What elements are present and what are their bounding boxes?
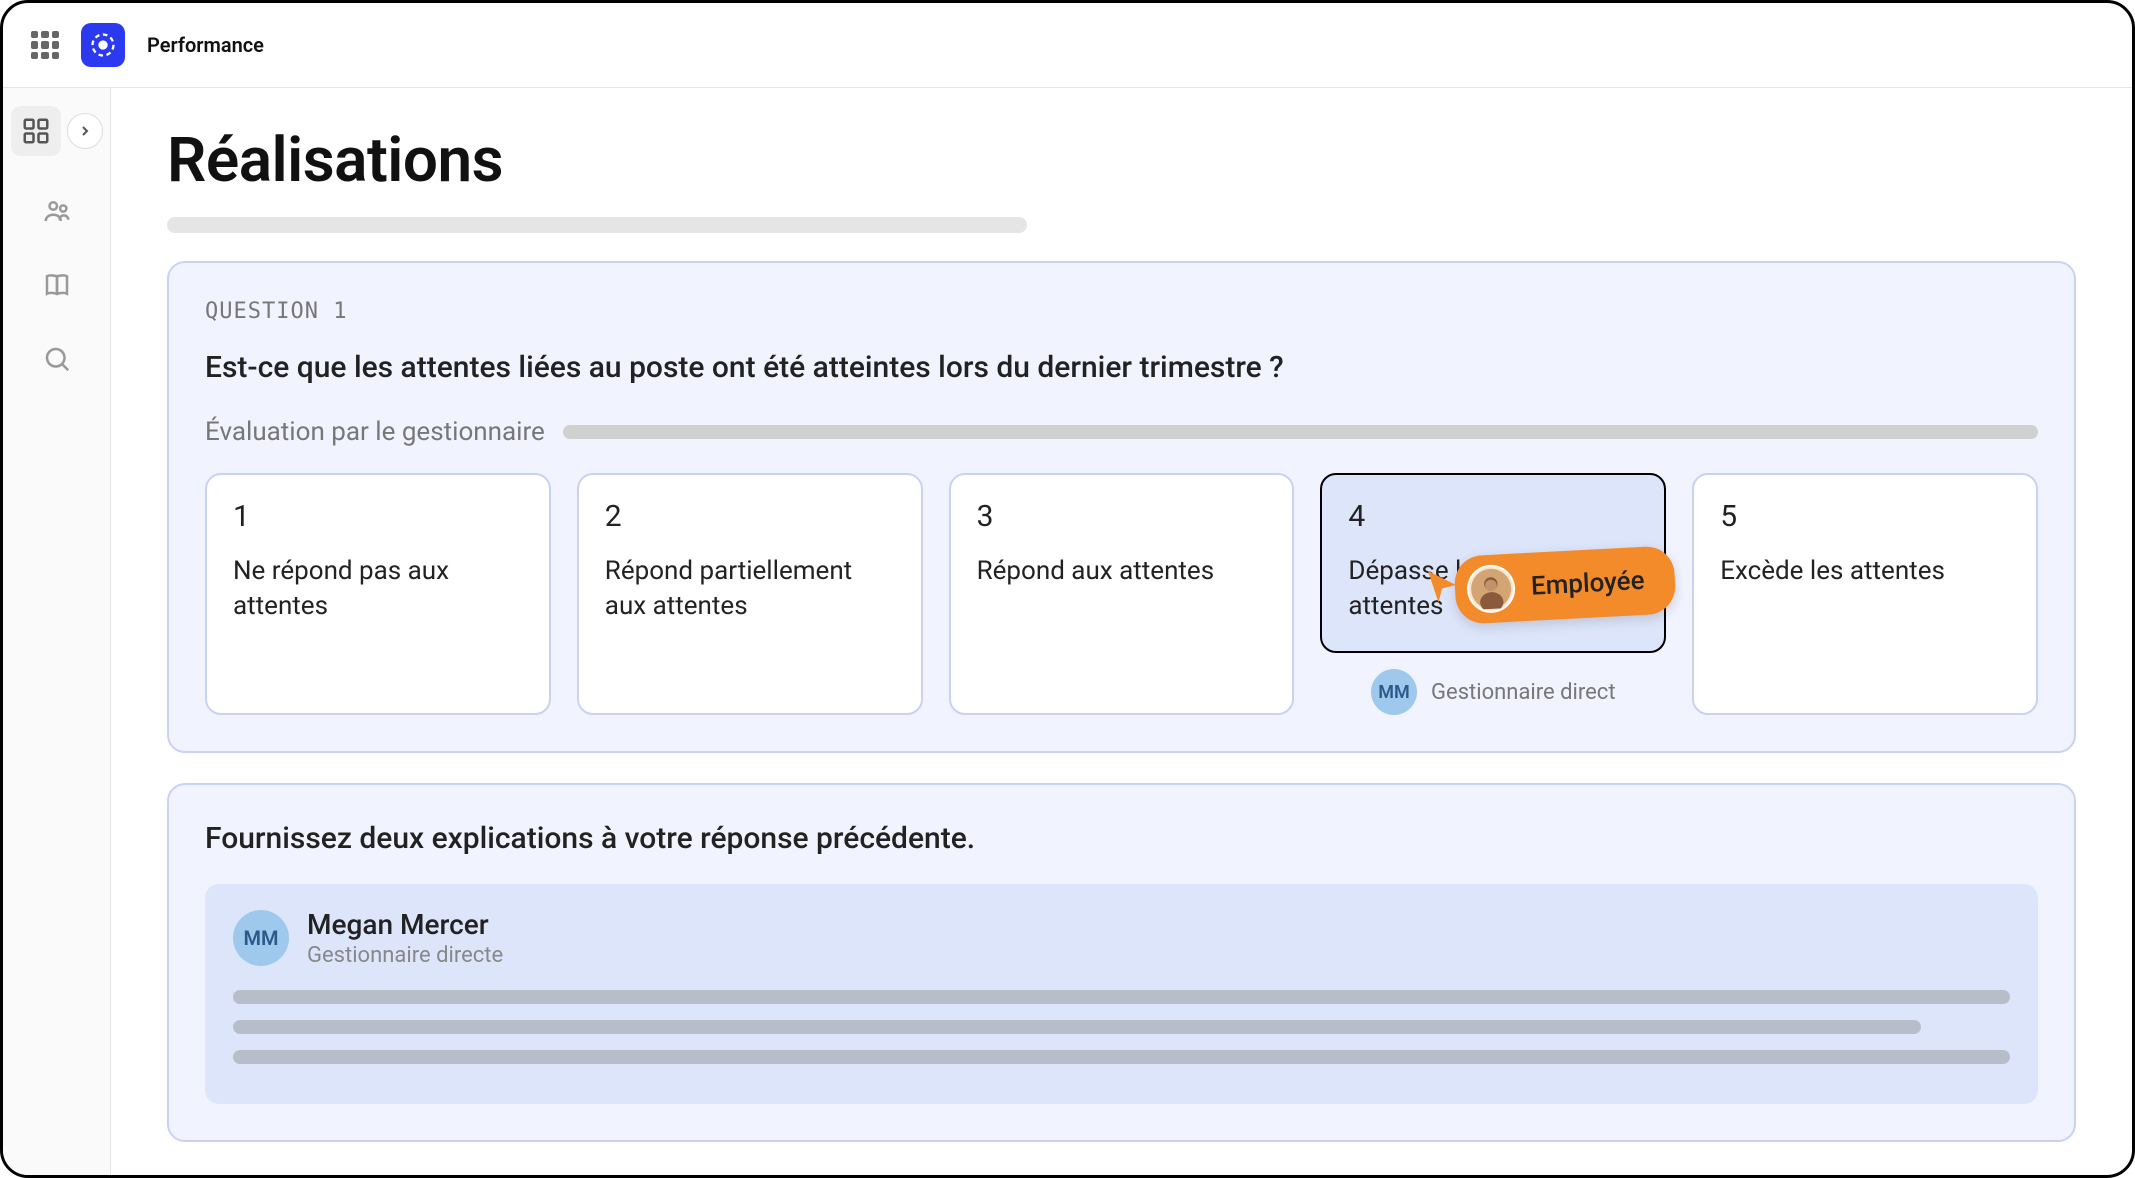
rating-number: 4 [1348,499,1638,534]
rating-option-5[interactable]: 5 Excède les attentes [1692,473,2038,715]
evaluation-label: Évaluation par le gestionnaire [205,417,545,447]
subtitle-placeholder [167,217,1027,233]
rating-text: Excède les attentes [1720,554,2010,589]
page-title: Réalisations [167,124,2076,197]
responder-avatar-initials: MM [233,910,289,966]
rating-number: 5 [1720,499,2010,534]
employee-cursor-overlay: Employée [1421,551,1675,619]
sidebar-people-button[interactable] [42,196,72,230]
manager-tag-label: Gestionnaire direct [1431,680,1615,705]
rating-text: Ne répond pas aux attentes [233,554,523,624]
explanation-card: Fournissez deux explications à votre rép… [167,783,2076,1142]
responder-name: Megan Mercer [307,908,503,941]
employee-chip-label: Employée [1530,566,1645,602]
app-badge-icon[interactable] [81,23,125,67]
question-text: Est-ce que les attentes liées au poste o… [205,350,2038,385]
sidebar-expand-button[interactable] [67,113,103,149]
apps-grid-icon[interactable] [31,31,59,59]
question-number-label: QUESTION 1 [205,299,2038,324]
rating-number: 2 [605,499,895,534]
main-content: Réalisations QUESTION 1 Est-ce que les a… [111,88,2132,1175]
rating-option-1[interactable]: 1 Ne répond pas aux attentes [205,473,551,715]
rating-number: 3 [977,499,1267,534]
rating-option-2[interactable]: 2 Répond partiellement aux attentes [577,473,923,715]
sidebar-search-button[interactable] [42,344,72,378]
rating-option-4[interactable]: 4 Dépasse légèrement les attentes [1320,473,1666,653]
sidebar-dashboard-button[interactable] [11,106,61,156]
rating-options: 1 Ne répond pas aux attentes 2 Répond pa… [205,473,2038,715]
rating-option-3[interactable]: 3 Répond aux attentes [949,473,1295,715]
rating-text: Répond aux attentes [977,554,1267,589]
response-header: MM Megan Mercer Gestionnaire directe [233,908,2010,968]
rating-text: Répond partiellement aux attentes [605,554,895,624]
manager-selected-tag: MM Gestionnaire direct [1320,669,1666,715]
app-name: Performance [147,33,264,57]
topbar: Performance [3,3,2132,88]
evaluation-header: Évaluation par le gestionnaire [205,417,2038,447]
app-frame: Performance [0,0,2135,1178]
response-text-placeholder [233,990,2010,1064]
manager-avatar-initials: MM [1371,669,1417,715]
response-block: MM Megan Mercer Gestionnaire directe [205,884,2038,1104]
employee-avatar-icon [1466,564,1516,614]
responder-role: Gestionnaire directe [307,943,503,968]
evaluation-divider [563,425,2038,439]
cursor-arrow-icon [1421,564,1463,606]
rating-number: 1 [233,499,523,534]
layout: Réalisations QUESTION 1 Est-ce que les a… [3,88,2132,1175]
question-card: QUESTION 1 Est-ce que les attentes liées… [167,261,2076,753]
explanation-prompt: Fournissez deux explications à votre rép… [205,821,2038,856]
sidebar-book-button[interactable] [42,270,72,304]
employee-chip: Employée [1453,545,1676,624]
sidebar [3,88,111,1175]
